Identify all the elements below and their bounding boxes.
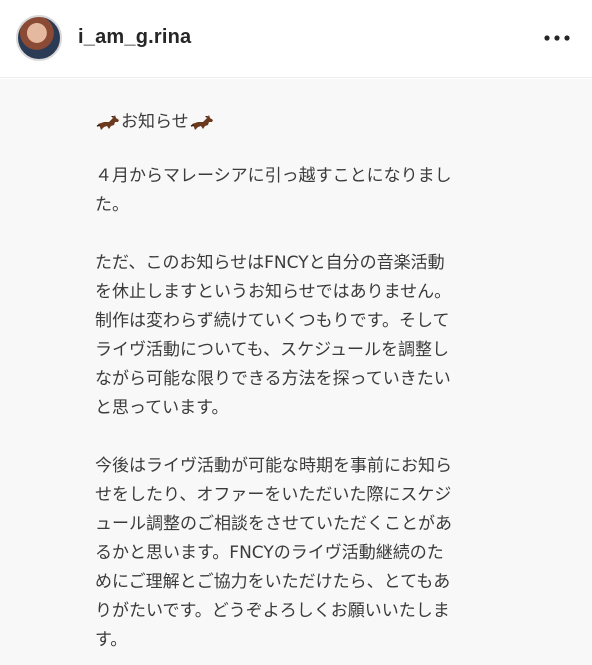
horse-icon — [189, 113, 215, 133]
ellipsis-icon[interactable] — [540, 24, 574, 52]
paragraph: ただ、このお知らせはFNCYと自分の音楽活動 を休止しますというお知らせではあり… — [95, 253, 452, 418]
avatar[interactable] — [16, 15, 62, 61]
post-header: i_am_g.rina — [0, 0, 592, 78]
post-title: お知らせ — [95, 108, 525, 137]
username[interactable]: i_am_g.rina — [78, 26, 191, 49]
post-title-text: お知らせ — [121, 112, 189, 132]
paragraph: 今後はライヴ活動が可能な時期を事前にお知ら せをしたり、オファーをいただいた際に… — [95, 456, 452, 650]
paragraph: ４月からマレーシアに引っ越すことになりまし た。 — [95, 166, 452, 215]
post-text: お知らせ ４月からマレーシアに引っ越すことになりまし た。 ただ、このお知らせは… — [95, 108, 525, 655]
horse-icon — [95, 113, 121, 133]
